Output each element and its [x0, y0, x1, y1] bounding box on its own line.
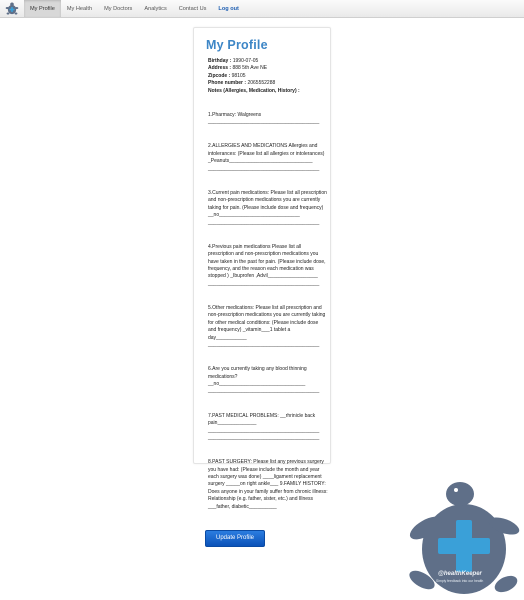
notes-text: 1.Pharmacy: Walgreens __________________… [208, 95, 328, 526]
notes-section-8: 8.PAST SURGERY: Please list any previous… [208, 459, 330, 510]
notes-section-4: 4.Previous pain medications Please list … [208, 243, 326, 287]
phone-label: Phone number : [208, 80, 247, 87]
address-label: Address : [208, 65, 232, 72]
notes-section-6: 6.Are you currently taking any blood thi… [208, 366, 320, 395]
top-navbar: My Profile My Health My Doctors Analytic… [0, 0, 524, 18]
notes-label-row: Notes (Allergies, Medication, History) : [208, 88, 321, 95]
zipcode-row: Zipcode : 98105 [208, 73, 321, 80]
logo-name: @healthKeeper [438, 571, 482, 577]
nav-my-health[interactable]: My Health [61, 0, 98, 17]
phone-value: 2065552288 [247, 80, 276, 87]
birthday-row: Birthday : 1990-07-05 [208, 58, 321, 65]
logo-tagline: Simply feedback into our health [436, 579, 484, 583]
notes-section-1: 1.Pharmacy: Walgreens __________________… [208, 111, 320, 126]
nav-analytics[interactable]: Analytics [138, 0, 172, 17]
zipcode-label: Zipcode : [208, 72, 231, 79]
update-profile-button[interactable]: Update Profile [205, 529, 265, 547]
nav-my-profile[interactable]: My Profile [24, 0, 61, 17]
birthday-value: 1990-07-05 [232, 58, 259, 64]
notes-section-5: 5.Other medications: Please list all pre… [208, 305, 326, 349]
address-row: Address : 888 5th Ave NE [208, 65, 321, 72]
nav-my-doctors[interactable]: My Doctors [98, 0, 138, 17]
address-value: 888 5th Ave NE [232, 65, 268, 72]
notes-label: Notes (Allergies, Medication, History) : [208, 87, 300, 94]
profile-card: My Profile Birthday : 1990-07-05 Address… [193, 27, 331, 547]
brand-turtle-icon[interactable] [0, 0, 24, 17]
zipcode-value: 98105 [231, 72, 246, 79]
nav-contact-us[interactable]: Contact Us [173, 0, 213, 17]
notes-section-7: 7.PAST MEDICAL PROBLEMS: __rhrinicle bac… [208, 412, 320, 441]
logout-link[interactable]: Log out [212, 0, 245, 17]
phone-row: Phone number : 2065552288 [208, 80, 321, 87]
notes-section-3: 3.Current pain medications: Please list … [208, 189, 327, 226]
notes-section-2: 2.ALLERGIES AND MEDICATIONS Allergies an… [208, 143, 325, 172]
birthday-label: Birthday : [208, 58, 232, 64]
page-title: My Profile [206, 38, 268, 52]
